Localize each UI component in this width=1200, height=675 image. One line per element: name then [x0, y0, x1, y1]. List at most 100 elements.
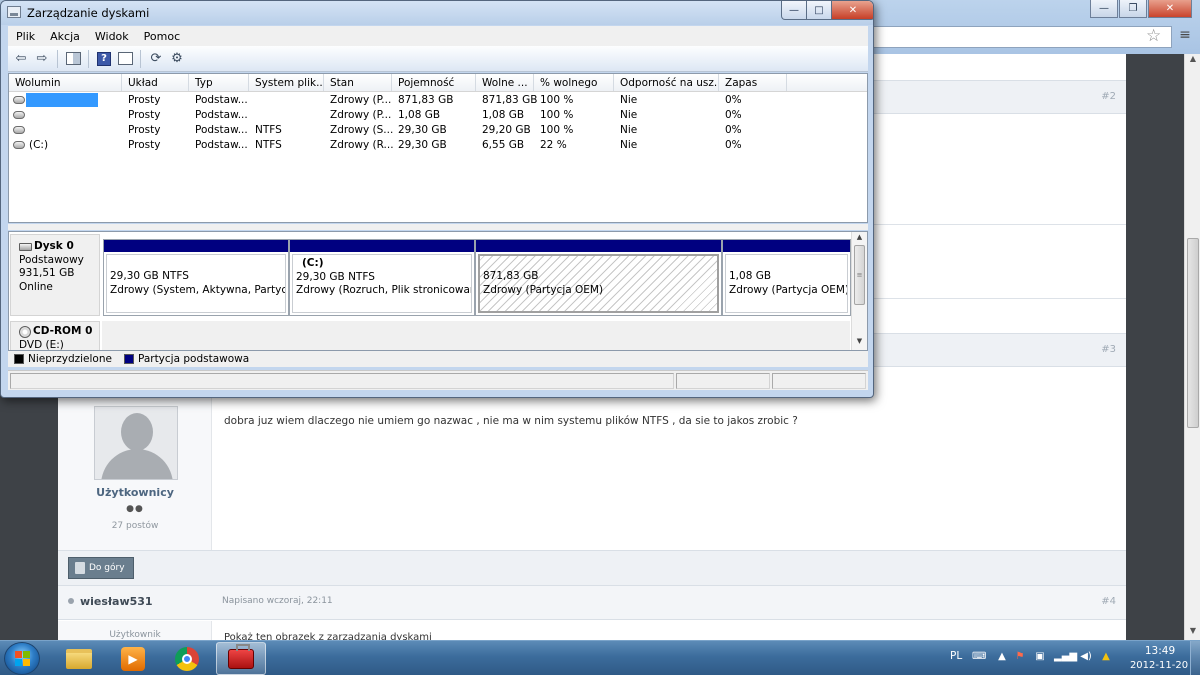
close-button[interactable]: ✕ — [832, 1, 873, 20]
cell-percent-free: 100 % — [540, 109, 574, 121]
rank-dots: ●● — [126, 504, 144, 514]
taskbar-media-center[interactable]: ▶ — [108, 642, 158, 675]
table-row[interactable]: Prosty Podstaw... Zdrowy (P... 871,83 GB… — [9, 93, 867, 108]
cell-status: Zdrowy (P... — [330, 109, 392, 121]
address-bar[interactable] — [860, 26, 1172, 48]
cell-layout: Prosty — [128, 94, 161, 106]
cell-free: 871,83 GB — [482, 94, 538, 106]
column-header-volume[interactable]: Wolumin — [9, 74, 122, 91]
table-row[interactable]: Prosty Podstaw... NTFS Zdrowy (S... 29,3… — [9, 123, 867, 138]
scroll-thumb[interactable] — [1187, 238, 1199, 428]
speaker-icon[interactable]: ◀) — [1080, 651, 1092, 663]
menu-plik[interactable]: Plik — [8, 26, 42, 46]
cdrom-area[interactable] — [102, 321, 850, 350]
scroll-up-arrow-icon[interactable]: ▲ — [1185, 54, 1200, 68]
language-indicator[interactable]: PL — [950, 650, 962, 662]
post-number[interactable]: #4 — [1101, 596, 1116, 607]
disk-size: 931,51 GB — [19, 267, 75, 279]
warning-flag-icon[interactable]: ⚑ — [1014, 651, 1026, 663]
window-titlebar[interactable]: Zarządzanie dyskami — □ ✕ — [1, 1, 873, 25]
status-bar — [8, 370, 868, 390]
post-footer: Do góry — [58, 550, 1126, 586]
partition-type-bar — [723, 240, 850, 252]
maximize-button[interactable]: □ — [807, 1, 832, 20]
network-icon[interactable]: ▣ — [1034, 651, 1046, 663]
scroll-up-arrow-icon[interactable]: ▲ — [852, 233, 867, 245]
taskbar-chrome[interactable] — [162, 642, 212, 675]
partition-type-bar — [290, 240, 474, 252]
avatar[interactable] — [94, 406, 178, 480]
menu-akcja[interactable]: Akcja — [42, 26, 87, 46]
column-header-capacity[interactable]: Pojemność — [392, 74, 476, 91]
star-icon[interactable]: ☆ — [1146, 26, 1161, 46]
browser-close-button[interactable]: ✕ — [1148, 0, 1192, 18]
browser-minimize-button[interactable]: — — [1090, 0, 1118, 18]
volume-list[interactable]: Wolumin Układ Typ System plik... Stan Po… — [8, 73, 868, 223]
cell-layout: Prosty — [128, 109, 161, 121]
settings-icon[interactable]: ⚙ — [168, 50, 186, 68]
partition-c-drive[interactable]: (C:) 29,30 GB NTFS Zdrowy (Rozruch, Plik… — [289, 239, 475, 316]
partition-oem-large[interactable]: 871,83 GB Zdrowy (Partycja OEM) — [475, 239, 722, 316]
browser-menu-button[interactable]: ≡ — [1174, 27, 1196, 47]
partition-oem-small[interactable]: 1,08 GB Zdrowy (Partycja OEM) — [722, 239, 851, 316]
refresh-icon[interactable]: ⟳ — [147, 50, 165, 68]
partition-status: Zdrowy (Partycja OEM) — [483, 283, 604, 296]
cell-percent-free: 100 % — [540, 94, 574, 106]
page-icon — [75, 562, 85, 574]
column-header-fault-tolerance[interactable]: Odporność na usz... — [614, 74, 719, 91]
partition-system[interactable]: 29,30 GB NTFS Zdrowy (System, Aktywna, P… — [103, 239, 289, 316]
cdrom-name: CD-ROM 0 — [33, 325, 93, 337]
cell-overhead: 0% — [725, 139, 742, 151]
post-author-name[interactable]: Użytkownicy — [58, 486, 212, 499]
disk-0-label[interactable]: Dysk 0 Podstawowy 931,51 GB Online — [10, 234, 100, 316]
column-header-free[interactable]: Wolne ... — [476, 74, 534, 91]
clock-date[interactable]: 2012-11-20 — [1124, 660, 1194, 671]
browser-restore-button[interactable]: ❐ — [1119, 0, 1147, 18]
scroll-down-arrow-icon[interactable]: ▼ — [852, 337, 867, 349]
post-number[interactable]: #3 — [1101, 344, 1116, 355]
taskbar-disk-management[interactable] — [216, 642, 266, 675]
selected-volume-name[interactable] — [26, 93, 98, 107]
cell-layout: Prosty — [128, 139, 161, 151]
table-row[interactable]: (C:) Prosty Podstaw... NTFS Zdrowy (R...… — [9, 138, 867, 153]
properties-icon[interactable] — [117, 52, 133, 65]
status-segment — [772, 373, 866, 389]
menu-pomoc[interactable]: Pomoc — [136, 26, 187, 46]
forward-arrow-icon[interactable]: ⇨ — [33, 50, 51, 68]
menu-widok[interactable]: Widok — [87, 26, 136, 46]
scroll-thumb[interactable]: ≡ — [854, 245, 865, 305]
console-tree-icon[interactable] — [65, 52, 81, 65]
cell-layout: Prosty — [128, 124, 161, 136]
scroll-down-arrow-icon[interactable]: ▼ — [1185, 626, 1200, 640]
back-arrow-icon[interactable]: ⇦ — [12, 50, 30, 68]
gdrive-icon[interactable]: ▲ — [1100, 651, 1112, 663]
column-header-status[interactable]: Stan — [324, 74, 392, 91]
clock-time[interactable]: 13:49 — [1130, 645, 1190, 657]
post-author-name[interactable]: wiesław531 — [80, 595, 153, 608]
start-button[interactable] — [4, 642, 40, 675]
taskbar-explorer[interactable] — [54, 642, 104, 675]
post-number[interactable]: #2 — [1101, 91, 1116, 102]
post-body-text: Pokaż ten obrazek z zarządzania dyskami — [224, 632, 432, 640]
show-desktop-button[interactable] — [1190, 641, 1200, 675]
show-hidden-icons-button[interactable]: ▲ — [996, 651, 1008, 663]
minimize-button[interactable]: — — [781, 1, 807, 20]
cdrom-0-label[interactable]: CD-ROM 0 DVD (E:) — [10, 321, 100, 350]
media-center-icon: ▶ — [121, 646, 145, 671]
column-header-layout[interactable]: Układ — [122, 74, 189, 91]
disk-view-scrollbar[interactable]: ▲ ≡ ▼ — [851, 232, 867, 350]
column-header-type[interactable]: Typ — [189, 74, 249, 91]
disk-icon — [13, 111, 25, 119]
cell-filesystem: NTFS — [255, 139, 282, 151]
table-row[interactable]: Prosty Podstaw... Zdrowy (P... 1,08 GB 1… — [9, 108, 867, 123]
window-controls: — □ ✕ — [781, 1, 873, 20]
column-header-filesystem[interactable]: System plik... — [249, 74, 324, 91]
keyboard-icon[interactable]: ⌨ — [972, 651, 986, 663]
page-scrollbar[interactable]: ▲ ▼ — [1184, 54, 1200, 640]
back-to-top-button[interactable]: Do góry — [68, 557, 134, 579]
help-icon[interactable]: ? — [97, 51, 111, 66]
pane-splitter[interactable] — [8, 224, 868, 230]
signal-icon[interactable]: ▂▄▆ — [1054, 651, 1077, 663]
column-header-overhead[interactable]: Zapas — [719, 74, 787, 91]
column-header-percent-free[interactable]: % wolnego — [534, 74, 614, 91]
